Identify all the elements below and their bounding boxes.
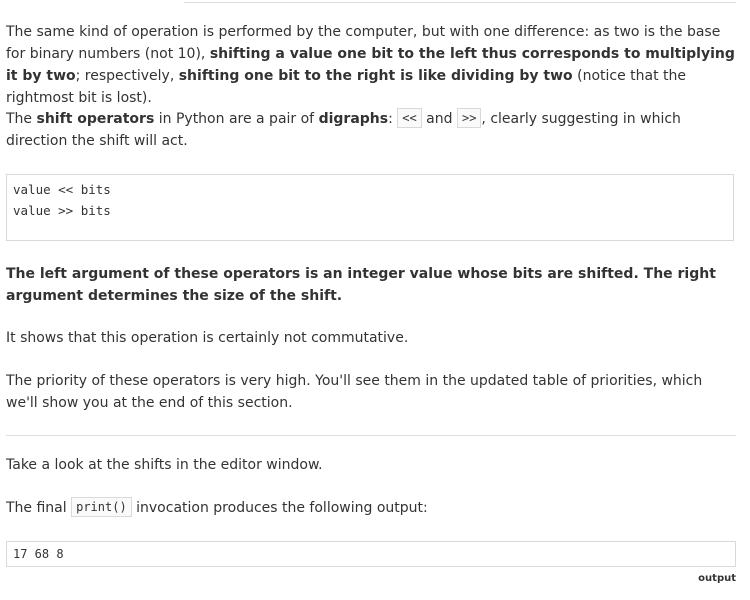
paragraph-arguments: The left argument of these operators is … — [6, 266, 716, 304]
text-span: The final — [6, 500, 72, 516]
paragraph-commutative: It shows that this operation is certainl… — [6, 330, 409, 346]
text-span: The — [6, 111, 37, 127]
inline-code-print: print() — [71, 497, 132, 517]
text-span: and — [421, 111, 457, 127]
paragraph-shift-operators: The shift operators in Python are a pair… — [6, 108, 736, 152]
text-span: invocation produces the following output… — [131, 500, 428, 516]
code-example-block: value << bits value >> bits — [6, 174, 734, 241]
output-box: 17 68 8 — [6, 541, 736, 567]
inline-code-right-shift: >> — [456, 108, 482, 128]
text-span: in Python are a pair of — [154, 111, 319, 127]
bold-text: shifting one bit to the right is like di… — [178, 68, 573, 84]
bold-text: shift operators — [36, 111, 155, 127]
paragraph-editor-hint: Take a look at the shifts in the editor … — [6, 457, 323, 473]
paragraph-priority: The priority of these operators is very … — [6, 373, 703, 411]
section-divider — [6, 435, 736, 436]
top-divider — [184, 2, 736, 3]
code-line: value << bits — [13, 182, 111, 197]
text-span: : — [388, 111, 398, 127]
paragraph-binary-shift: The same kind of operation is performed … — [6, 21, 736, 109]
inline-code-left-shift: << — [397, 108, 422, 128]
output-label: output — [698, 573, 736, 584]
text-span: ; respectively, — [75, 68, 179, 84]
paragraph-print-output: The final print() invocation produces th… — [6, 497, 736, 519]
bold-text: digraphs — [318, 111, 389, 127]
code-line: value >> bits — [13, 203, 111, 218]
